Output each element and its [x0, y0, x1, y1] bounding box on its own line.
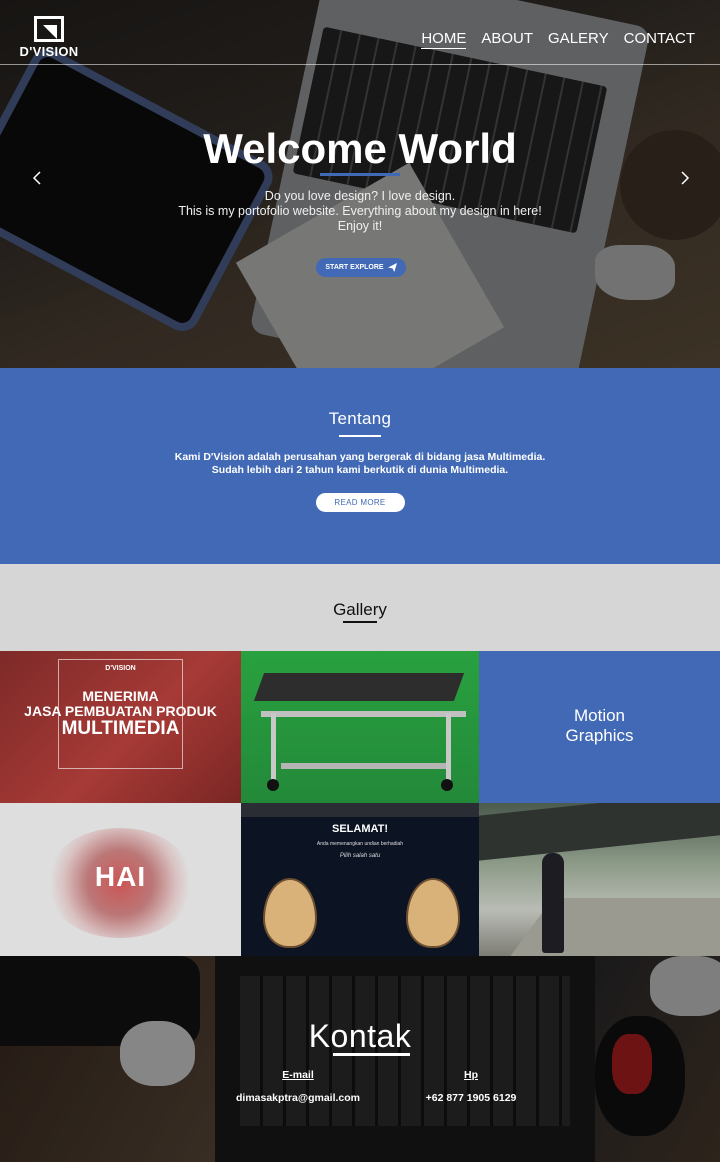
egg-icon: [263, 878, 317, 948]
contact-email-block: E-mail dimasakptra@gmail.com: [218, 1069, 378, 1104]
nav-gallery[interactable]: GALERY: [548, 30, 609, 49]
poster-brand: D'VISION: [105, 665, 136, 672]
motion-graphics-label: Motion: [573, 706, 626, 725]
start-explore-label: START EXPLORE: [325, 264, 384, 271]
gallery-title-underline: [343, 621, 377, 623]
hero-line: Enjoy it!: [337, 219, 383, 233]
contact-title: Kontak: [308, 1018, 412, 1054]
about-section: Tentang Kami D'Vision adalah perusahan y…: [0, 368, 720, 564]
gallery-tile-hai-animation[interactable]: HAI: [0, 803, 241, 956]
email-label: E-mail: [282, 1069, 314, 1081]
gallery-title: Gallery: [333, 600, 387, 619]
phone-label: Hp: [464, 1069, 478, 1081]
start-explore-button[interactable]: START EXPLORE: [316, 258, 406, 277]
gallery-header: Gallery: [0, 564, 720, 651]
browser-toolbar: [241, 803, 479, 817]
gallery-tile-hospital-bed-render[interactable]: [241, 651, 479, 803]
about-description: Kami D'Vision adalah perusahan yang berg…: [0, 451, 720, 476]
nav-about[interactable]: ABOUT: [481, 30, 533, 49]
selamat-instruction: Pilih salah satu: [339, 853, 381, 859]
bed-wheel: [267, 779, 279, 791]
logo-icon: [34, 16, 64, 42]
brand-logo[interactable]: D'VISION: [14, 16, 84, 59]
paper-plane-icon: [387, 263, 397, 272]
bed-rail: [261, 711, 466, 717]
bridge-roof: [479, 803, 720, 862]
email-value[interactable]: dimasakptra@gmail.com: [236, 1092, 360, 1104]
hero-section: D'VISION HOME ABOUT GALERY CONTACT Welco…: [0, 0, 720, 368]
hai-text: HAI: [94, 861, 147, 892]
hero-line: Do you love design? I love design.: [264, 189, 456, 203]
contact-overlay: [0, 956, 720, 1162]
bridge-walkway: [509, 898, 720, 956]
hero-line: This is my portofolio website. Everythin…: [178, 204, 542, 218]
brand-name: D'VISION: [19, 44, 79, 59]
bed-leg: [446, 713, 451, 788]
selamat-subtitle: Anda memenangkan undian berhadiah: [316, 841, 404, 847]
hero-description: Do you love design? I love design. This …: [0, 189, 720, 234]
person-silhouette: [542, 853, 564, 953]
contact-section: Kontak E-mail dimasakptra@gmail.com Hp +…: [0, 956, 720, 1162]
gallery-tile-selamat-screen[interactable]: SELAMAT! Anda memenangkan undian berhadi…: [241, 803, 479, 956]
selamat-title: SELAMAT!: [331, 823, 388, 835]
gallery-tile-bridge-photo[interactable]: [479, 803, 720, 956]
phone-value[interactable]: +62 877 1905 6129: [426, 1092, 517, 1104]
nav-contact[interactable]: CONTACT: [624, 30, 695, 49]
poster-line: MENERIMA: [82, 688, 159, 704]
bed-wheel: [441, 779, 453, 791]
bed-leg: [271, 713, 276, 788]
gallery-tile-motion-graphics[interactable]: Motion Graphics: [479, 651, 720, 803]
about-title-underline: [339, 435, 381, 437]
read-more-button[interactable]: READ MORE: [315, 493, 405, 512]
top-navigation: D'VISION HOME ABOUT GALERY CONTACT: [0, 0, 720, 65]
contact-title-underline: [333, 1053, 410, 1056]
nav-home[interactable]: HOME: [421, 30, 467, 49]
hero-title-underline: [320, 173, 400, 176]
contact-phone-block: Hp +62 877 1905 6129: [406, 1069, 536, 1104]
about-line: Sudah lebih dari 2 tahun kami berkutik d…: [211, 463, 509, 476]
egg-icon: [406, 878, 460, 948]
motion-graphics-label: Graphics: [565, 726, 634, 745]
poster-line: MULTIMEDIA: [61, 718, 180, 739]
main-menu: HOME ABOUT GALERY CONTACT: [421, 30, 695, 49]
hero-title: Welcome World: [203, 125, 517, 172]
bed-base: [281, 763, 451, 769]
about-title: Tentang: [328, 409, 392, 428]
bed-mattress: [253, 673, 465, 701]
gallery-tile-multimedia-poster[interactable]: D'VISION MENERIMA JASA PEMBUATAN PRODUK …: [0, 651, 241, 803]
poster-line: JASA PEMBUATAN PRODUK: [24, 703, 217, 719]
poster-headline: MENERIMA JASA PEMBUATAN PRODUK MULTIMEDI…: [0, 688, 241, 739]
about-line: Kami D'Vision adalah perusahan yang berg…: [174, 451, 546, 463]
